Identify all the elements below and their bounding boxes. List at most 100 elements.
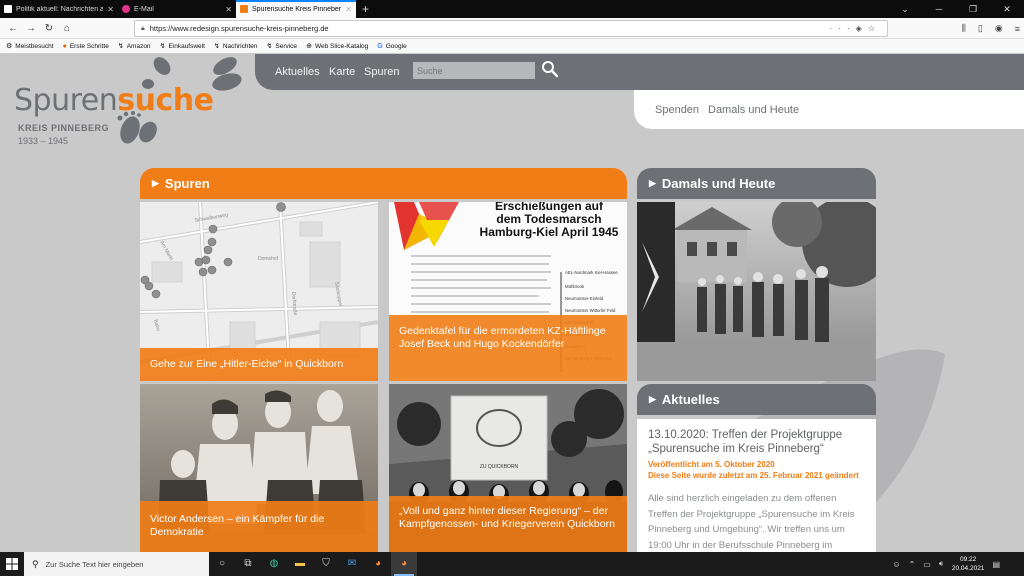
firefox-active-icon[interactable]: ◕ [391,552,417,576]
aktuelles-news-item: 13.10.2020: Treffen der Projektgruppe „S… [637,419,876,552]
nav-spenden[interactable]: Spenden [655,104,699,116]
news-body: Alle sind herzlich eingeladen zu dem off… [648,493,855,551]
plaque-heading: Hamburg-Kiel April 1945 [480,225,619,239]
section-header-aktuelles[interactable]: ▶ Aktuelles [637,384,876,415]
bookmark-item[interactable]: ↯ Einkaufswelt [159,42,205,51]
task-view-icon[interactable]: ⧉ [235,552,261,576]
toolbar-right: ⫼ ▯ ◉ ≡ [962,18,1020,39]
back-button[interactable]: ← [4,23,22,34]
bookmark-item[interactable]: ↯ Service [266,42,298,51]
bookmark-item[interactable]: ⊕ Web Slice-Katalog [306,42,368,51]
new-tab-button[interactable]: + [356,0,375,18]
tab-label: Spurensuche Kreis Pinneberg 1 [252,5,342,13]
network-icon[interactable]: ▭ [923,560,931,569]
system-tray: ☺ ⌃ ▭ 🔉︎ 09:22 20.04.2021 ▤ [892,552,1000,576]
browser-tab[interactable]: Politik aktuell: Nachrichten aus ✕ [0,0,118,18]
nav-damals-und-heute[interactable]: Damals und Heute [708,104,799,116]
news-updated-date: Diese Seite wurde zuletzt am 25. Februar… [648,470,859,480]
clock-time: 09:22 [960,556,977,563]
map-label: Domshof [258,256,279,262]
close-tab-icon[interactable]: ✕ [345,5,352,14]
bookmark-item[interactable]: ↯ Nachrichten [214,42,258,51]
search-icon[interactable] [541,60,559,78]
reload-button[interactable]: ↻ [40,23,58,34]
nav-aktuelles[interactable]: Aktuelles [275,66,320,78]
bookmark-item[interactable]: ● Erste Schritte [63,43,109,50]
site-logo[interactable]: Spurensuche KREIS PINNEBERG 1933 – 1945 [14,83,214,147]
more-actions-icon[interactable]: ··· [830,24,856,33]
spuren-card-hitler-eiche[interactable]: Schwalbenweg Dorfstraße Am Markt Domshof… [140,202,378,381]
file-explorer-icon[interactable]: ▬ [287,552,313,576]
notifications-icon[interactable]: ▤ [992,560,1000,569]
plaque-heading: dem Todesmarsch [496,212,601,226]
pocket-icon[interactable]: ◈ [856,24,868,33]
firefox-icon: ● [62,42,67,50]
card-caption: Gedenktafel für die ermordeten KZ-Häftli… [389,315,627,381]
account-icon[interactable]: ◉ [995,23,1003,34]
page-actions: ···◈☆ [830,24,881,33]
card-caption: „Voll und ganz hinter dieser Regierung“ … [389,496,627,552]
news-site-favicon-icon [4,5,12,13]
sidebar-icon[interactable]: ▯ [978,23,983,34]
address-bar[interactable]: 🔒︎ https://www.redesign.spurensuche-krei… [134,20,888,37]
shopping-icon: ↯ [159,43,166,50]
bookmark-item[interactable]: G Google [377,43,406,50]
caret-right-icon: ▶ [649,178,656,188]
taskbar-search-box[interactable]: ⚲ Zur Suche Text hier eingeben [24,552,209,576]
historic-march-photo [637,202,876,381]
nav-karte[interactable]: Karte [329,66,355,78]
spuren-card-gedenktafel[interactable]: Erschießungen auf dem Todesmarsch Hambur… [389,202,627,381]
plaque-camp-label: AEL-Nordmark Kiel-Hassee [565,270,618,275]
section-header-damals-und-heute[interactable]: ▶ Damals und Heute [637,168,876,199]
logo-title: Spurensuche [14,83,214,118]
main-navigation: Aktuelles Karte Spuren [255,54,1024,90]
bookmark-star-icon[interactable]: ☆ [868,24,881,33]
minimize-button[interactable]: ─ [922,0,956,18]
library-icon[interactable]: ⫼ [962,23,966,34]
service-icon: ↯ [266,43,273,50]
nav-spuren[interactable]: Spuren [364,66,399,78]
card-caption: Victor Andersen – ein Kämpfer für die De… [140,501,378,552]
tab-label: E-Mail [134,5,154,13]
windows-logo-icon [6,558,18,570]
close-tab-icon[interactable]: ✕ [225,5,232,14]
damals-und-heute-photo[interactable] [637,202,876,381]
lock-icon[interactable]: 🔒︎ [141,25,145,33]
email-favicon-icon [122,5,130,13]
window-controls: ⌄ ─ ❐ ✕ [888,0,1024,18]
browser-tab-active[interactable]: Spurensuche Kreis Pinneberg 1 ✕ [236,0,356,18]
browser-navigation-bar: ← → ↻ ⌂ 🔒︎ https://www.redesign.spurensu… [0,18,1024,39]
bookmark-item[interactable]: ⚙ Meistbesucht [6,42,54,51]
store-icon[interactable]: ⛉ [313,552,339,576]
close-tab-icon[interactable]: ✕ [107,5,114,14]
spuren-card-victor-andersen[interactable]: Victor Andersen – ein Kämpfer für die De… [140,384,378,552]
bookmarks-bar: ⚙ Meistbesucht ● Erste Schritte ↯ Amazon ↯ E… [0,39,1024,54]
news-title[interactable]: 13.10.2020: Treffen der Projektgruppe „S… [648,429,866,456]
search-input[interactable] [413,62,535,79]
browser-tab[interactable]: E-Mail ✕ [118,0,236,18]
clock[interactable]: 09:22 20.04.2021 [952,555,985,573]
home-button[interactable]: ⌂ [58,23,76,34]
menu-icon[interactable]: ≡ [1015,24,1020,34]
clock-date: 20.04.2021 [951,565,985,572]
close-window-button[interactable]: ✕ [990,0,1024,18]
maximize-button[interactable]: ❐ [956,0,990,18]
browser-tab-bar: Politik aktuell: Nachrichten aus ✕ E-Mai… [0,0,1024,18]
person-icon[interactable]: ☺ [892,560,900,569]
chevron-down-icon[interactable]: ⌄ [888,0,922,18]
cortana-icon[interactable]: ○ [209,552,235,576]
volume-icon[interactable]: 🔉︎ [939,559,944,569]
search-icon: ⚲ [32,558,39,569]
secondary-navigation: Spenden Damals und Heute [634,90,1024,129]
mail-icon[interactable]: ✉ [339,552,365,576]
start-button[interactable] [0,552,24,576]
edge-icon[interactable]: ◍ [261,552,287,576]
forward-button[interactable]: → [22,23,40,34]
plaque-camp-label: Neumünster Wittorfer Feld [565,308,616,313]
section-header-spuren[interactable]: ▶ Spuren [140,168,627,199]
spuren-card-kriegerverein[interactable]: ZU QUICKBORN „Voll und ganz hinter diese… [389,384,627,552]
chevron-up-icon[interactable]: ⌃ [909,560,916,569]
firefox-icon[interactable]: ◕ [365,552,391,576]
plaque-camp-label: Mühbrook [565,284,585,289]
bookmark-item[interactable]: ↯ Amazon [118,42,151,51]
